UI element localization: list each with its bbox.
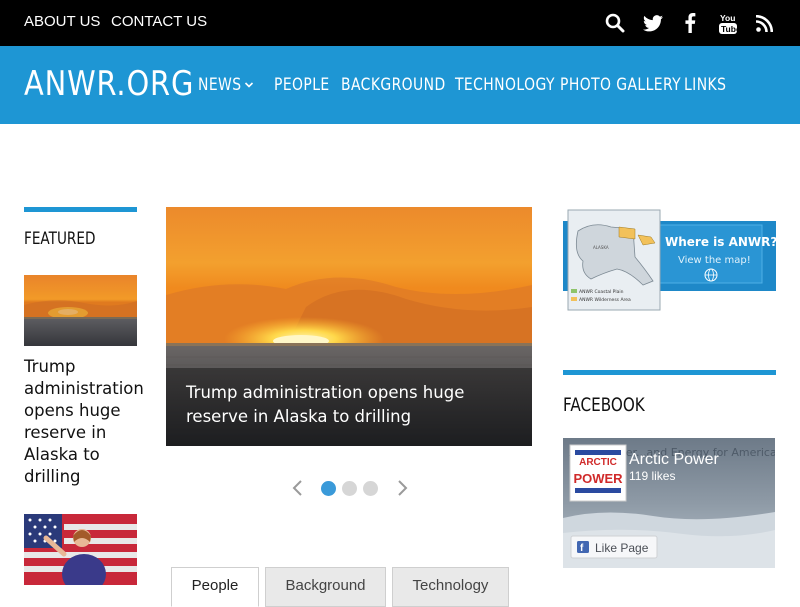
about-us-link[interactable]: ABOUT US [24,13,100,30]
facebook-icon[interactable] [678,11,702,35]
featured-thumbnail-2[interactable] [24,514,137,585]
nav-links[interactable]: LINKS [684,75,726,95]
map-banner-title: Where is ANWR? [665,235,776,249]
slide-caption-box: Trump administration opens huge reserve … [166,368,532,446]
nav-background[interactable]: BACKGROUND [341,75,446,95]
nav-people[interactable]: PEOPLE [274,75,330,95]
svg-text:ALASKA: ALASKA [593,245,609,250]
featured-thumbnail[interactable] [24,275,137,346]
featured-heading: FEATURED [24,229,96,249]
chevron-down-icon[interactable] [244,80,254,90]
main-navigation: ANWR.ORG NEWS PEOPLE BACKGROUND TECHNOLO… [0,46,800,124]
slider-dot-3[interactable] [363,481,378,496]
map-legend-wilderness: ANWR Wilderness Area [579,297,631,303]
nav-technology[interactable]: TECHNOLOGY [455,75,555,95]
map-banner-subtitle: View the map! [678,255,751,266]
featured-article-title[interactable]: Trump administration opens huge reserve … [24,356,144,488]
top-bar: ABOUT US CONTACT US YouTube [0,0,800,46]
map-legend-coastal: ANWR Coastal Plain [579,289,624,295]
featured-slider[interactable]: Trump administration opens huge reserve … [166,207,532,446]
slider-dot-2[interactable] [342,481,357,496]
tab-people[interactable]: People [171,567,259,607]
svg-text:Tube: Tube [721,24,737,34]
fb-likes-count: 119 likes [629,469,675,483]
fb-page-name[interactable]: Arctic Power [629,451,719,468]
slider-prev-arrow-icon[interactable] [290,478,306,498]
twitter-icon[interactable] [641,11,665,35]
slider-dot-1[interactable] [321,481,336,496]
contact-us-link[interactable]: CONTACT US [111,13,207,30]
tab-technology[interactable]: Technology [392,567,509,607]
tab-background[interactable]: Background [265,567,386,607]
fb-like-page-label: Like Page [595,541,649,555]
where-is-anwr-banner[interactable]: Where is ANWR? View the map! ALASKA ANWR… [563,209,777,314]
fb-logo-top-text: ARCTIC [579,457,617,468]
facebook-page-widget[interactable]: Arctic Power...and Energy for America AR… [563,438,775,568]
slider-next-arrow-icon[interactable] [394,478,410,498]
nav-photo-gallery[interactable]: PHOTO GALLERY [560,75,681,95]
nav-news[interactable]: NEWS [198,75,242,95]
svg-text:You: You [720,13,735,23]
rss-icon[interactable] [752,11,776,35]
fb-logo-bottom-text: POWER [573,471,623,486]
search-icon[interactable] [603,11,627,35]
facebook-accent-bar [563,370,776,375]
slide-caption[interactable]: Trump administration opens huge reserve … [186,381,521,429]
site-logo[interactable]: ANWR.ORG [24,64,194,104]
youtube-icon[interactable]: YouTube [716,11,740,35]
facebook-heading: FACEBOOK [563,394,645,416]
featured-accent-bar [24,207,137,212]
